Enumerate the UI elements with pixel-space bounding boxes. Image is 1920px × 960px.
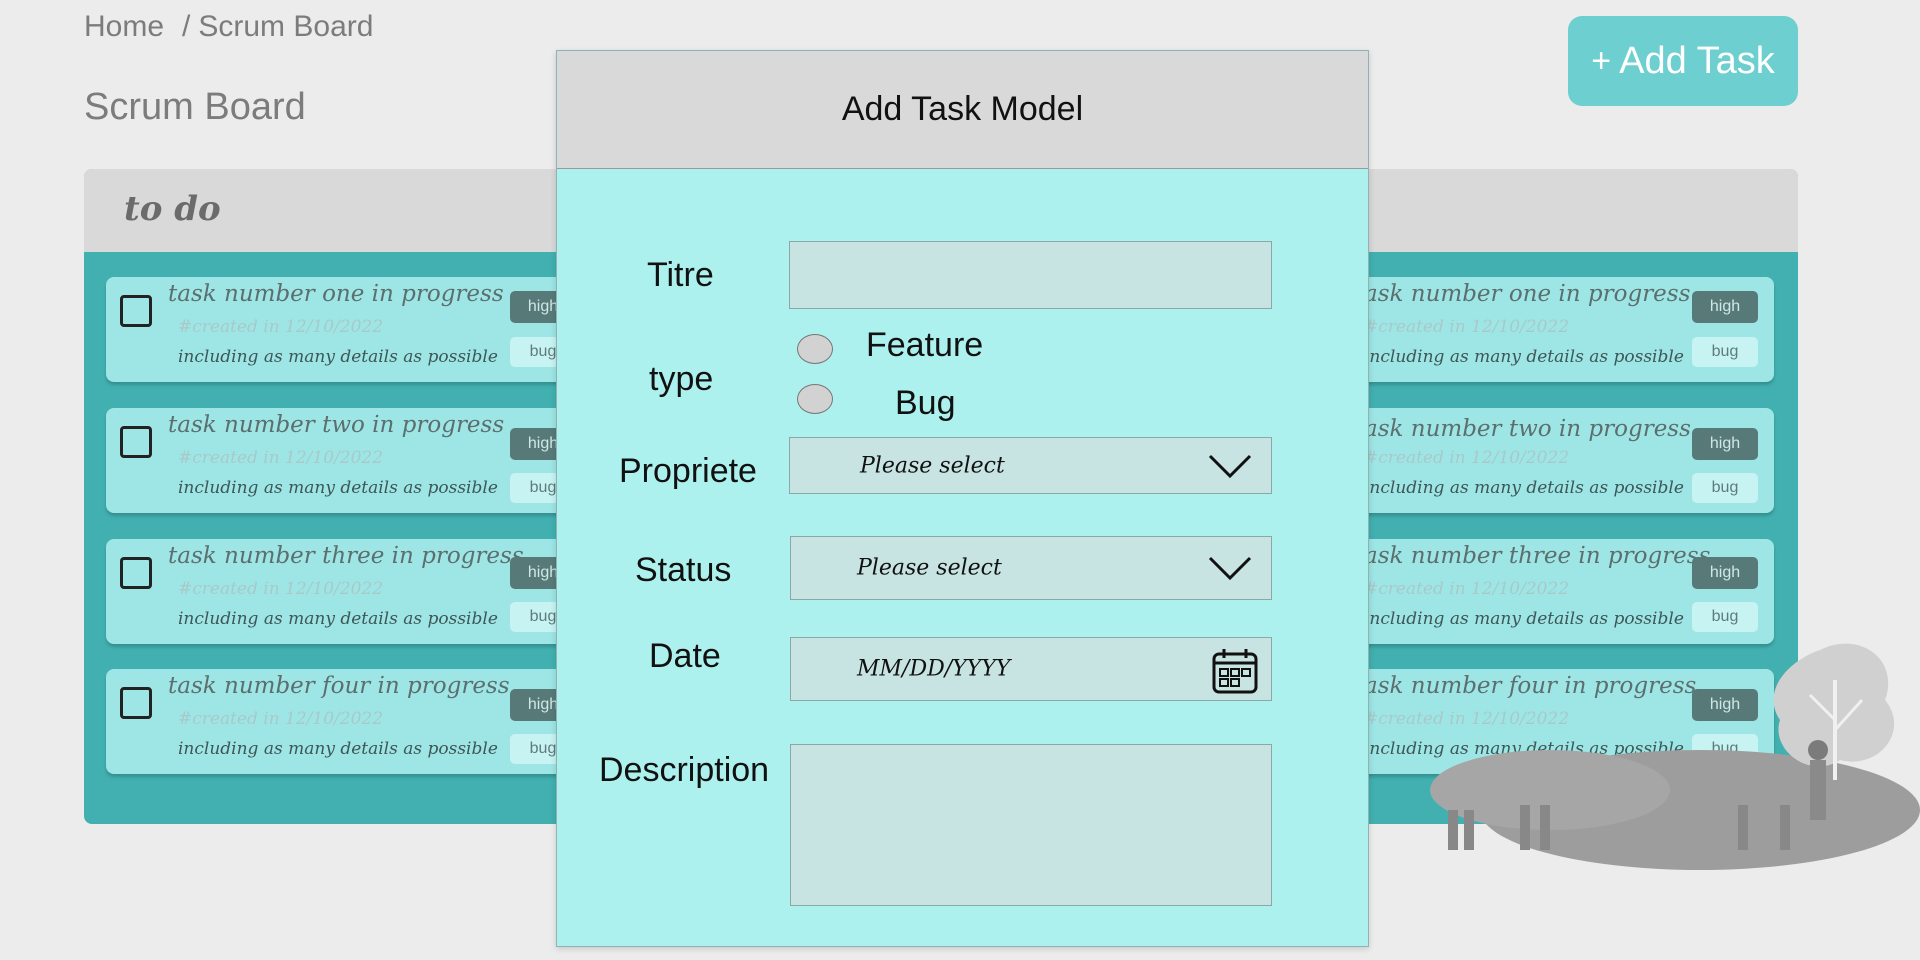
- priority-badge: high: [1692, 291, 1758, 323]
- task-title: task number three in progress: [168, 543, 524, 569]
- task-details: including as many details as possible: [178, 478, 498, 498]
- status-select[interactable]: Please select: [790, 536, 1272, 600]
- status-label: Status: [635, 551, 732, 589]
- chevron-down-icon: [1208, 454, 1252, 478]
- type-radio-bug[interactable]: [797, 384, 833, 414]
- task-created: #created in 12/10/2022: [178, 579, 384, 599]
- checkbox-icon[interactable]: [120, 295, 152, 327]
- todo-column-title: to do: [124, 189, 221, 229]
- task-title: ask number one in progress: [1364, 281, 1691, 307]
- checkbox-icon[interactable]: [120, 557, 152, 589]
- titre-input[interactable]: [789, 241, 1272, 309]
- add-task-label: Add Task: [1619, 39, 1775, 82]
- task-details: including as many details as possible: [178, 347, 498, 367]
- chevron-down-icon: [1208, 556, 1252, 581]
- checkbox-icon[interactable]: [120, 426, 152, 458]
- page-title: Scrum Board: [84, 86, 306, 128]
- date-label: Date: [649, 637, 721, 675]
- type-badge: bug: [1692, 337, 1758, 367]
- task-details: including as many details as possible: [1364, 347, 1684, 367]
- task-created: #created in 12/10/2022: [1364, 317, 1570, 337]
- task-title: task number one in progress: [168, 281, 504, 307]
- priority-badge: high: [1692, 428, 1758, 460]
- task-created: #created in 12/10/2022: [178, 317, 384, 337]
- task-details: including as many details as possible: [178, 609, 498, 629]
- checkbox-icon[interactable]: [120, 687, 152, 719]
- description-label: Description: [599, 751, 770, 789]
- plus-icon: +: [1591, 41, 1612, 80]
- page: Home / Scrum Board Scrum Board + Add Tas…: [0, 0, 1920, 960]
- type-option-bug[interactable]: Bug: [895, 384, 956, 423]
- modal-header: Add Task Model: [557, 51, 1368, 169]
- propriete-label: Propriete: [619, 452, 757, 490]
- task-details: including as many details as possible: [178, 739, 498, 759]
- task-created: #created in 12/10/2022: [178, 448, 384, 468]
- propriete-select[interactable]: Please select: [789, 437, 1272, 494]
- decorative-illustration: [1430, 643, 1920, 870]
- description-textarea[interactable]: [790, 744, 1272, 906]
- add-task-button[interactable]: + Add Task: [1568, 16, 1798, 106]
- type-label: type: [649, 360, 714, 398]
- task-created: #created in 12/10/2022: [1364, 448, 1570, 468]
- priority-badge: high: [1692, 557, 1758, 589]
- task-created: #created in 12/10/2022: [178, 709, 384, 729]
- type-badge: bug: [1692, 602, 1758, 632]
- task-title: ask number two in progress: [1364, 416, 1691, 442]
- calendar-icon[interactable]: [1211, 646, 1259, 696]
- modal-title: Add Task Model: [841, 90, 1084, 128]
- propriete-select-value: Please select: [860, 453, 1005, 478]
- task-created: #created in 12/10/2022: [1364, 579, 1570, 599]
- task-title: ask number three in progress: [1364, 543, 1711, 569]
- date-input-value: MM/DD/YYYY: [857, 656, 1011, 682]
- add-task-modal: Add Task Model Titre type Feature Bug Pr…: [556, 50, 1369, 947]
- date-input[interactable]: MM/DD/YYYY: [790, 637, 1272, 701]
- breadcrumb: Home / Scrum Board: [84, 10, 373, 44]
- type-radio-feature[interactable]: [797, 334, 833, 364]
- breadcrumb-home[interactable]: Home: [84, 10, 164, 44]
- breadcrumb-separator: /: [182, 10, 191, 43]
- type-option-feature[interactable]: Feature: [866, 326, 983, 365]
- task-title: task number two in progress: [168, 412, 505, 438]
- task-title: task number four in progress: [168, 673, 510, 699]
- status-select-value: Please select: [857, 555, 1002, 581]
- type-badge: bug: [1692, 473, 1758, 503]
- task-details: including as many details as possible: [1364, 478, 1684, 498]
- task-details: including as many details as possible: [1364, 609, 1684, 629]
- titre-label: Titre: [647, 256, 714, 294]
- breadcrumb-current: Scrum Board: [198, 10, 374, 43]
